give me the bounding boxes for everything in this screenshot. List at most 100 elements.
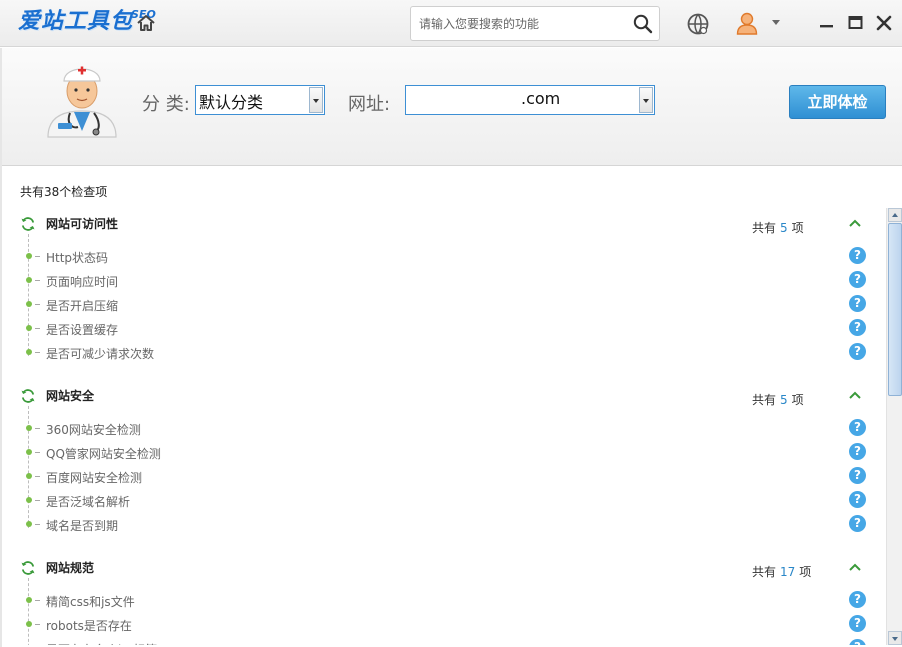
bullet-dot-icon [26, 521, 32, 527]
scroll-up-button[interactable] [888, 208, 902, 222]
help-icon[interactable]: ? [849, 591, 866, 608]
help-icon[interactable]: ? [849, 615, 866, 632]
category-value: 默认分类 [199, 93, 264, 112]
refresh-icon[interactable] [20, 560, 36, 576]
check-item: QQ管家网站安全检测? [0, 440, 886, 464]
check-item-label: 是否泛域名解析 [46, 495, 131, 509]
check-item-label: 是否可减少请求次数 [46, 347, 155, 361]
home-button[interactable] [129, 8, 163, 38]
chevron-up-icon[interactable] [848, 561, 862, 573]
help-icon[interactable]: ? [849, 515, 866, 532]
bullet-dot-icon [26, 597, 32, 603]
scroll-down-button[interactable] [888, 631, 902, 645]
url-value[interactable]: .com [521, 89, 560, 108]
check-item-label: QQ管家网站安全检测 [46, 447, 161, 461]
check-item: 是否设置缓存? [0, 316, 886, 340]
bullet-dash [35, 352, 40, 353]
check-item: Http状态码? [0, 244, 886, 268]
chevron-down-icon[interactable] [639, 87, 653, 113]
search-input[interactable] [419, 14, 629, 34]
bullet-dot-icon [26, 425, 32, 431]
help-icon[interactable]: ? [849, 419, 866, 436]
check-item: 是否可减少请求次数? [0, 340, 886, 364]
user-icon[interactable] [734, 10, 760, 36]
category-select[interactable]: 默认分类 [195, 85, 325, 115]
start-check-button[interactable]: 立即体检 [789, 85, 886, 119]
scroll-thumb[interactable] [888, 223, 902, 396]
bullet-dash [35, 624, 40, 625]
group-title: 网站可访问性 [46, 217, 119, 231]
check-item: 页面响应时间? [0, 268, 886, 292]
bullet-dot-icon [26, 349, 32, 355]
check-item: 是否泛域名解析? [0, 488, 886, 512]
group-count: 共有 17 项 [752, 563, 811, 580]
bullet-dot-icon [26, 253, 32, 259]
bullet-dot-icon [26, 301, 32, 307]
minimize-icon[interactable] [818, 14, 836, 32]
bullet-dash [35, 452, 40, 453]
count-number: 5 [780, 221, 788, 235]
chevron-up-icon[interactable] [848, 217, 862, 229]
help-icon[interactable]: ? [849, 491, 866, 508]
bullet-dash [35, 304, 40, 305]
url-combobox[interactable]: .com [405, 85, 655, 115]
bullet-dash [35, 328, 40, 329]
help-icon[interactable]: ? [849, 295, 866, 312]
chevron-up-icon[interactable] [848, 389, 862, 401]
check-item: 精简css和js文件? [0, 588, 886, 612]
user-menu-caret[interactable] [772, 20, 780, 25]
count-number: 17 [780, 565, 796, 579]
bullet-dash [35, 500, 40, 501]
help-icon[interactable]: ? [849, 343, 866, 360]
bullet-dot-icon [26, 473, 32, 479]
group-header[interactable]: 网站安全 共有 5 项 [0, 380, 886, 410]
bullet-dot-icon [26, 497, 32, 503]
help-icon[interactable]: ? [849, 443, 866, 460]
check-item-label: 页面响应时间 [46, 275, 119, 289]
count-prefix: 共有 [752, 393, 777, 407]
bullet-dash [35, 476, 40, 477]
bullet-dash [35, 428, 40, 429]
app-window: 爱站工具包 SEO 请输入您要搜索的功能 分 类: 默认分类 网址: .com … [0, 0, 902, 647]
check-item-label: 是否存在多个h1标签 [46, 641, 157, 645]
bullet-dash [35, 256, 40, 257]
refresh-icon[interactable] [20, 216, 36, 232]
home-icon [137, 15, 155, 31]
search-icon[interactable] [633, 14, 653, 34]
count-number: 5 [780, 393, 788, 407]
group-title: 网站安全 [46, 389, 95, 403]
scrollbar[interactable] [886, 208, 902, 645]
help-icon[interactable]: ? [849, 247, 866, 264]
group-header[interactable]: 网站可访问性 共有 5 项 [0, 208, 886, 238]
count-prefix: 共有 [752, 565, 777, 579]
title-bar: 爱站工具包 SEO [0, 0, 902, 47]
check-item-label: 精简css和js文件 [46, 595, 135, 609]
search-box [410, 6, 660, 41]
help-icon[interactable]: ? [849, 319, 866, 336]
group-title: 网站规范 [46, 561, 95, 575]
bullet-dash [35, 524, 40, 525]
bullet-dot-icon [26, 277, 32, 283]
help-icon[interactable]: ? [849, 467, 866, 484]
check-item: 360网站安全检测? [0, 416, 886, 440]
check-item: 是否开启压缩? [0, 292, 886, 316]
bullet-dot-icon [26, 621, 32, 627]
check-item-label: 是否设置缓存 [46, 323, 119, 337]
check-list: 网站可访问性 共有 5 项 Http状态码? 页面响应时间? 是否开启压缩? 是否设置缓存? 是… [0, 208, 886, 645]
maximize-icon[interactable] [847, 14, 865, 32]
basketball-icon[interactable] [686, 12, 710, 36]
group-header[interactable]: 网站规范 共有 17 项 [0, 552, 886, 582]
help-icon[interactable]: ? [849, 639, 866, 645]
check-item: robots是否存在? [0, 612, 886, 636]
total-count-text: 共有38个检查项 [20, 185, 108, 199]
url-label: 网址: [348, 94, 391, 115]
logo-text: 爱站工具包 [18, 9, 134, 34]
check-item-label: 域名是否到期 [46, 519, 119, 533]
doctor-mascot-icon [47, 66, 117, 138]
count-suffix: 项 [791, 393, 804, 407]
check-form: 分 类: 默认分类 网址: .com 立即体检 [2, 48, 902, 166]
chevron-down-icon[interactable] [309, 87, 323, 113]
close-icon[interactable] [875, 14, 893, 32]
help-icon[interactable]: ? [849, 271, 866, 288]
refresh-icon[interactable] [20, 388, 36, 404]
